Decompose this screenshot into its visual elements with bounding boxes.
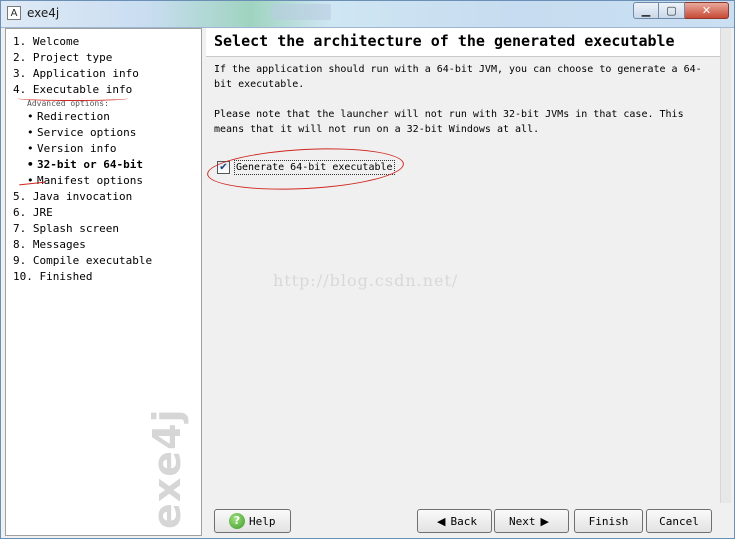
finish-button[interactable]: Finish [574, 509, 643, 533]
back-label: Back [450, 514, 477, 528]
main-panel: Select the architecture of the generated… [206, 28, 720, 503]
window-title: exe4j [27, 6, 60, 20]
next-label: Next [509, 514, 536, 528]
cancel-button[interactable]: Cancel [646, 509, 712, 533]
step-service-options[interactable]: • Service options [13, 125, 152, 141]
help-label: Help [249, 514, 276, 528]
bullet-icon: • [27, 158, 34, 171]
wizard-steps-sidebar: 1. Welcome 2. Project type 3. Applicatio… [5, 28, 202, 536]
step-32-or-64-bit[interactable]: • 32-bit or 64-bit [13, 157, 152, 173]
step-redirection[interactable]: • Redirection [13, 109, 152, 125]
step-java-invocation[interactable]: 5. Java invocation [13, 189, 152, 205]
exe4j-brand-logo: exe4j [145, 408, 189, 529]
minimize-button[interactable]: ▁ [633, 2, 659, 19]
step-label: Version info [37, 142, 117, 155]
step-label: Redirection [37, 110, 110, 123]
vertical-scrollbar[interactable] [720, 28, 731, 503]
description-paragraph-2: Please note that the launcher will not r… [214, 109, 684, 135]
close-button[interactable]: ✕ [685, 2, 729, 19]
step-splash-screen[interactable]: 7. Splash screen [13, 221, 152, 237]
title-bar[interactable]: A exe4j ▁ ▢ ✕ [1, 1, 734, 28]
back-button[interactable]: ◀ Back [417, 509, 492, 533]
page-title: Select the architecture of the generated… [214, 32, 675, 50]
step-welcome[interactable]: 1. Welcome [13, 34, 152, 50]
red-annotation-circle [206, 143, 405, 195]
page-header: Select the architecture of the generated… [206, 28, 720, 57]
step-label: 32-bit or 64-bit [37, 158, 143, 171]
bullet-icon: • [27, 142, 34, 155]
next-arrow-icon: ▶ [540, 514, 549, 528]
back-arrow-icon: ◀ [437, 514, 446, 528]
steps-list: 1. Welcome 2. Project type 3. Applicatio… [13, 34, 152, 285]
bullet-icon: • [27, 110, 34, 123]
step-application-info[interactable]: 3. Application info [13, 66, 152, 82]
maximize-button[interactable]: ▢ [659, 2, 685, 19]
step-compile-executable[interactable]: 9. Compile executable [13, 253, 152, 269]
step-version-info[interactable]: • Version info [13, 141, 152, 157]
bullet-icon: • [27, 126, 34, 139]
exe4j-window: A exe4j ▁ ▢ ✕ 1. Welcome 2. Project type… [0, 0, 735, 539]
description-paragraph-1: If the application should run with a 64-… [214, 64, 702, 90]
app-icon: A [7, 6, 21, 20]
step-label: Manifest options [37, 174, 143, 187]
help-button[interactable]: ? Help [214, 509, 291, 533]
step-project-type[interactable]: 2. Project type [13, 50, 152, 66]
step-jre[interactable]: 6. JRE [13, 205, 152, 221]
help-icon: ? [229, 513, 245, 529]
window-controls: ▁ ▢ ✕ [633, 2, 729, 20]
step-label: Service options [37, 126, 137, 139]
next-button[interactable]: Next ▶ [494, 509, 569, 533]
step-messages[interactable]: 8. Messages [13, 237, 152, 253]
red-annotation-underline [18, 96, 128, 101]
watermark-text: http://blog.csdn.net/ [273, 271, 459, 290]
step-finished[interactable]: 10. Finished [13, 269, 152, 285]
background-window-tab [271, 4, 331, 20]
